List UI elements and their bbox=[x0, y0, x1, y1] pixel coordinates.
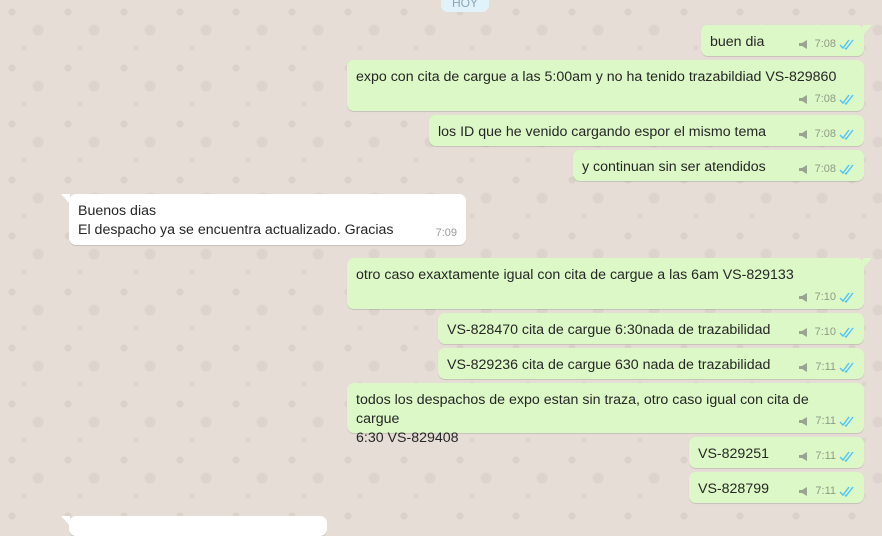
broadcast-icon bbox=[799, 417, 808, 426]
read-ticks-icon bbox=[839, 292, 854, 303]
message-time: 7:08 bbox=[814, 128, 836, 140]
message-meta: 7:08 bbox=[798, 162, 855, 177]
message-time: 7:11 bbox=[815, 485, 836, 497]
message-meta: 7:10 bbox=[798, 290, 855, 305]
message-meta: 7:08 bbox=[798, 37, 855, 52]
read-ticks-icon bbox=[839, 362, 854, 373]
message-time: 7:08 bbox=[814, 38, 836, 50]
broadcast-icon bbox=[799, 487, 808, 496]
message-text: VS-829251 bbox=[698, 446, 769, 462]
message-text: y continuan sin ser atendidos bbox=[582, 159, 766, 175]
message-meta: 7:11 bbox=[798, 360, 855, 375]
message-outgoing[interactable]: buen dia 7:08 bbox=[701, 25, 872, 56]
broadcast-icon bbox=[798, 328, 807, 337]
message-time: 7:08 bbox=[814, 93, 836, 105]
message-time: 7:11 bbox=[815, 450, 836, 462]
read-ticks-icon bbox=[839, 416, 854, 427]
message-time: 7:08 bbox=[814, 163, 836, 175]
read-ticks-icon bbox=[839, 327, 854, 338]
broadcast-icon bbox=[798, 40, 807, 49]
broadcast-icon bbox=[799, 452, 808, 461]
message-incoming[interactable]: Buenos dias El despacho ya se encuentra … bbox=[61, 194, 466, 245]
message-outgoing[interactable]: VS-829251 7:11 bbox=[689, 437, 864, 468]
broadcast-icon bbox=[798, 165, 807, 174]
broadcast-icon bbox=[798, 130, 807, 139]
message-time: 7:09 bbox=[435, 227, 457, 239]
message-meta: 7:11 bbox=[798, 449, 855, 464]
message-meta: 7:10 bbox=[798, 325, 855, 340]
message-outgoing[interactable]: los ID que he venido cargando espor el m… bbox=[429, 115, 864, 146]
message-text: VS-828470 cita de cargue 6:30nada de tra… bbox=[447, 322, 771, 338]
message-time: 7:10 bbox=[814, 291, 836, 303]
message-meta: 7:09 bbox=[436, 226, 457, 241]
message-meta: 7:11 bbox=[798, 484, 855, 499]
broadcast-icon bbox=[798, 95, 807, 104]
message-text: VS-829236 cita de cargue 630 nada de tra… bbox=[447, 357, 771, 373]
message-text: los ID que he venido cargando espor el m… bbox=[438, 124, 767, 140]
message-text: VS-828799 bbox=[698, 481, 769, 497]
read-ticks-icon bbox=[839, 486, 854, 497]
message-text: buen dia bbox=[710, 34, 765, 50]
message-time: 7:11 bbox=[815, 361, 836, 373]
message-outgoing[interactable]: todos los despachos de expo estan sin tr… bbox=[347, 383, 864, 446]
message-incoming-partial[interactable] bbox=[61, 516, 327, 536]
message-outgoing[interactable]: expo con cita de cargue a las 5:00am y n… bbox=[347, 60, 864, 111]
read-ticks-icon bbox=[839, 39, 854, 50]
message-outgoing[interactable]: VS-829236 cita de cargue 630 nada de tra… bbox=[438, 348, 864, 379]
broadcast-icon bbox=[798, 293, 807, 302]
message-meta: 7:08 bbox=[798, 92, 855, 107]
message-meta: 7:08 bbox=[798, 127, 855, 142]
message-time: 7:10 bbox=[814, 326, 836, 338]
message-outgoing[interactable]: otro caso exaxtamente igual con cita de … bbox=[347, 258, 872, 309]
message-text: Buenos dias El despacho ya se encuentra … bbox=[78, 203, 394, 238]
day-separator: HOY bbox=[441, 0, 489, 12]
read-ticks-icon bbox=[839, 94, 854, 105]
message-meta: 7:11 bbox=[798, 414, 855, 429]
message-outgoing[interactable]: VS-828799 7:11 bbox=[689, 472, 864, 503]
message-outgoing[interactable]: y continuan sin ser atendidos 7:08 bbox=[573, 150, 864, 181]
read-ticks-icon bbox=[839, 164, 854, 175]
message-text: otro caso exaxtamente igual con cita de … bbox=[356, 267, 794, 283]
message-text: expo con cita de cargue a las 5:00am y n… bbox=[356, 69, 837, 85]
message-time: 7:11 bbox=[815, 415, 836, 427]
read-ticks-icon bbox=[839, 451, 854, 462]
message-outgoing[interactable]: VS-828470 cita de cargue 6:30nada de tra… bbox=[438, 313, 864, 344]
read-ticks-icon bbox=[839, 129, 854, 140]
broadcast-icon bbox=[799, 363, 808, 372]
